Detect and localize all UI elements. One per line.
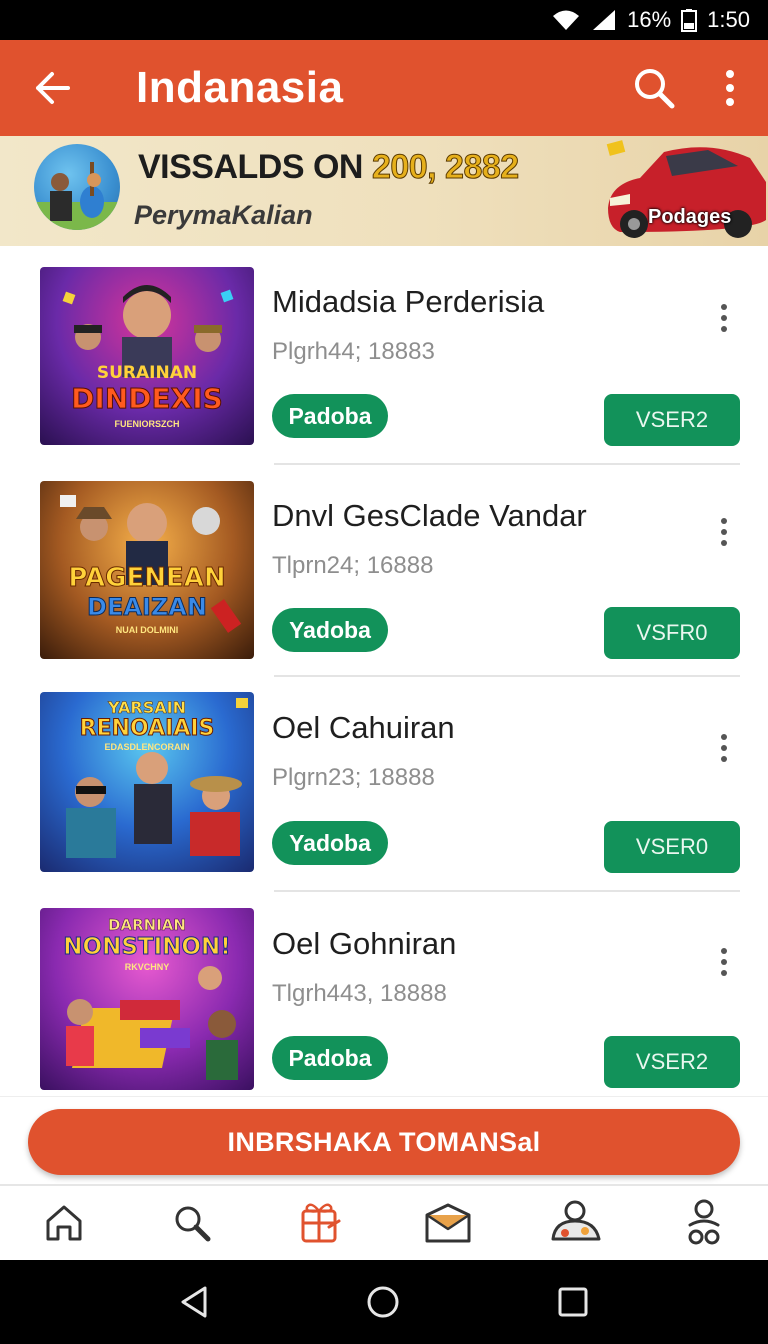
arrow-left-icon (36, 72, 70, 104)
thumbnail-title-line-1: DARNIAN (108, 916, 186, 934)
thumbnail-title-line-1: SURAINAN (96, 363, 198, 383)
system-home-button[interactable] (366, 1285, 400, 1319)
triangle-back-icon (181, 1286, 207, 1318)
banner-subtitle: PerymaKalian (134, 200, 313, 230)
page-title: Indanasia (136, 63, 344, 112)
search-icon (175, 1206, 211, 1242)
battery-percent: 16% (627, 7, 672, 32)
item-more-button[interactable] (712, 732, 736, 764)
search-icon (635, 69, 675, 109)
thumbnail-subtitle: FUENIORSZCH (114, 419, 180, 429)
banner-headline: VISSALDS ON 200, 2882 (138, 148, 520, 187)
wifi-icon (553, 10, 580, 30)
mail-icon (425, 1203, 471, 1243)
promo-banner[interactable]: VISSALDS ON 200, 2882 PerymaKalian Podag… (0, 136, 768, 246)
item-more-button[interactable] (712, 946, 736, 978)
battery-icon (681, 9, 698, 32)
version-button[interactable]: VSER2 (604, 1036, 740, 1088)
thumbnail-title-line-1: YARSAIN (107, 698, 187, 717)
item-title: Dnvl GesClade Vandar (272, 498, 587, 533)
list-item[interactable]: SURAINAN DINDEXIS FUENIORSZCH Midadsia P… (0, 246, 768, 465)
dot-icon (721, 745, 727, 751)
nav-account[interactable] (640, 1186, 768, 1260)
thumbnail-subtitle: NUAI DOLMINI (115, 625, 179, 635)
dot-icon (721, 529, 727, 535)
thumbnail-subtitle: RKVCHNY (124, 962, 170, 972)
item-more-button[interactable] (712, 302, 736, 334)
account-icon (688, 1199, 720, 1245)
nav-search[interactable] (128, 1186, 256, 1260)
item-subtitle: Tlgrh443, 18888 (272, 980, 447, 1007)
game-thumbnail: PAGENEAN DEAIZAN NUAI DOLMINI (40, 481, 254, 659)
signal-icon (593, 10, 616, 30)
primary-cta-button[interactable]: INBRSHAKA TOMANSal (28, 1109, 740, 1175)
item-subtitle: Plgrh44; 18883 (272, 338, 435, 365)
item-subtitle: Plgrn23; 18888 (272, 764, 435, 791)
item-subtitle: Tlprn24; 16888 (272, 552, 434, 579)
version-button[interactable]: VSER2 (604, 394, 740, 446)
version-button[interactable]: VSFR0 (604, 607, 740, 659)
clock: 1:50 (707, 7, 750, 32)
game-thumbnail: DARNIAN NONSTINON! RKVCHNY (40, 908, 254, 1090)
category-tag[interactable]: Padoba (272, 1036, 388, 1080)
thumbnail-title-line-2: DINDEXIS (71, 382, 224, 415)
thumbnail-title-line-2: RENOAIAIS (79, 716, 215, 741)
category-tag[interactable]: Yadoba (272, 821, 388, 865)
nav-profile[interactable] (512, 1186, 640, 1260)
dot-icon (721, 326, 727, 332)
nav-mail[interactable] (384, 1186, 512, 1260)
category-tag[interactable]: Yadoba (272, 608, 388, 652)
thumbnail-subtitle: EDASDLENCORAIN (104, 742, 190, 752)
dot-icon (721, 304, 727, 310)
overflow-menu-button[interactable] (692, 40, 768, 136)
item-title: Oel Cahuiran (272, 710, 455, 745)
list-item[interactable]: DARNIAN NONSTINON! RKVCHNY Oel Gohniran … (0, 888, 768, 1096)
app-screen: 16% 1:50 Indanasia VISSALDS ON 200, 2882… (0, 0, 768, 1344)
app-bar: Indanasia (0, 40, 768, 136)
gift-icon (301, 1203, 341, 1243)
nav-gift[interactable] (256, 1186, 384, 1260)
circle-home-icon (367, 1286, 399, 1318)
dot-icon (721, 948, 727, 954)
banner-headline-text: VISSALDS ON (138, 148, 363, 186)
dot-icon (721, 315, 727, 321)
search-button[interactable] (616, 40, 692, 136)
dot-icon (721, 970, 727, 976)
banner-car-label: Podages (648, 206, 732, 228)
thumbnail-title-line-2: NONSTINON! (63, 934, 231, 960)
list-item[interactable]: PAGENEAN DEAIZAN NUAI DOLMINI Dnvl GesCl… (0, 460, 768, 677)
list-item[interactable]: YARSAIN RENOAIAIS EDASDLENCORAIN Oel Cah… (0, 674, 768, 892)
dot-icon (721, 540, 727, 546)
status-bar: 16% 1:50 (0, 0, 768, 40)
system-navigation-bar (0, 1260, 768, 1344)
car-image (606, 140, 766, 238)
nav-home[interactable] (0, 1186, 128, 1260)
item-more-button[interactable] (712, 516, 736, 548)
dot-icon (721, 959, 727, 965)
banner-avatar-image (34, 144, 120, 230)
more-vertical-icon (726, 70, 734, 106)
cta-container: INBRSHAKA TOMANSal (0, 1096, 768, 1184)
bottom-navigation (0, 1184, 768, 1260)
category-tag[interactable]: Padoba (272, 394, 388, 438)
game-thumbnail: SURAINAN DINDEXIS FUENIORSZCH (40, 267, 254, 445)
banner-headline-numbers: 200, 2882 (371, 148, 519, 187)
system-back-button[interactable] (179, 1285, 209, 1319)
item-title: Oel Gohniran (272, 926, 457, 961)
dot-icon (721, 518, 727, 524)
square-recents-icon (558, 1287, 588, 1317)
thumbnail-title-line-2: DEAIZAN (87, 593, 208, 621)
profile-icon (551, 1200, 601, 1241)
thumbnail-title-line-1: PAGENEAN (68, 563, 226, 593)
dot-icon (721, 734, 727, 740)
system-recents-button[interactable] (557, 1286, 589, 1318)
item-list: SURAINAN DINDEXIS FUENIORSZCH Midadsia P… (0, 246, 768, 1096)
dot-icon (721, 756, 727, 762)
home-icon (46, 1205, 82, 1241)
item-title: Midadsia Perderisia (272, 284, 545, 319)
back-button[interactable] (0, 40, 104, 136)
game-thumbnail: YARSAIN RENOAIAIS EDASDLENCORAIN (40, 692, 254, 872)
version-button[interactable]: VSER0 (604, 821, 740, 873)
